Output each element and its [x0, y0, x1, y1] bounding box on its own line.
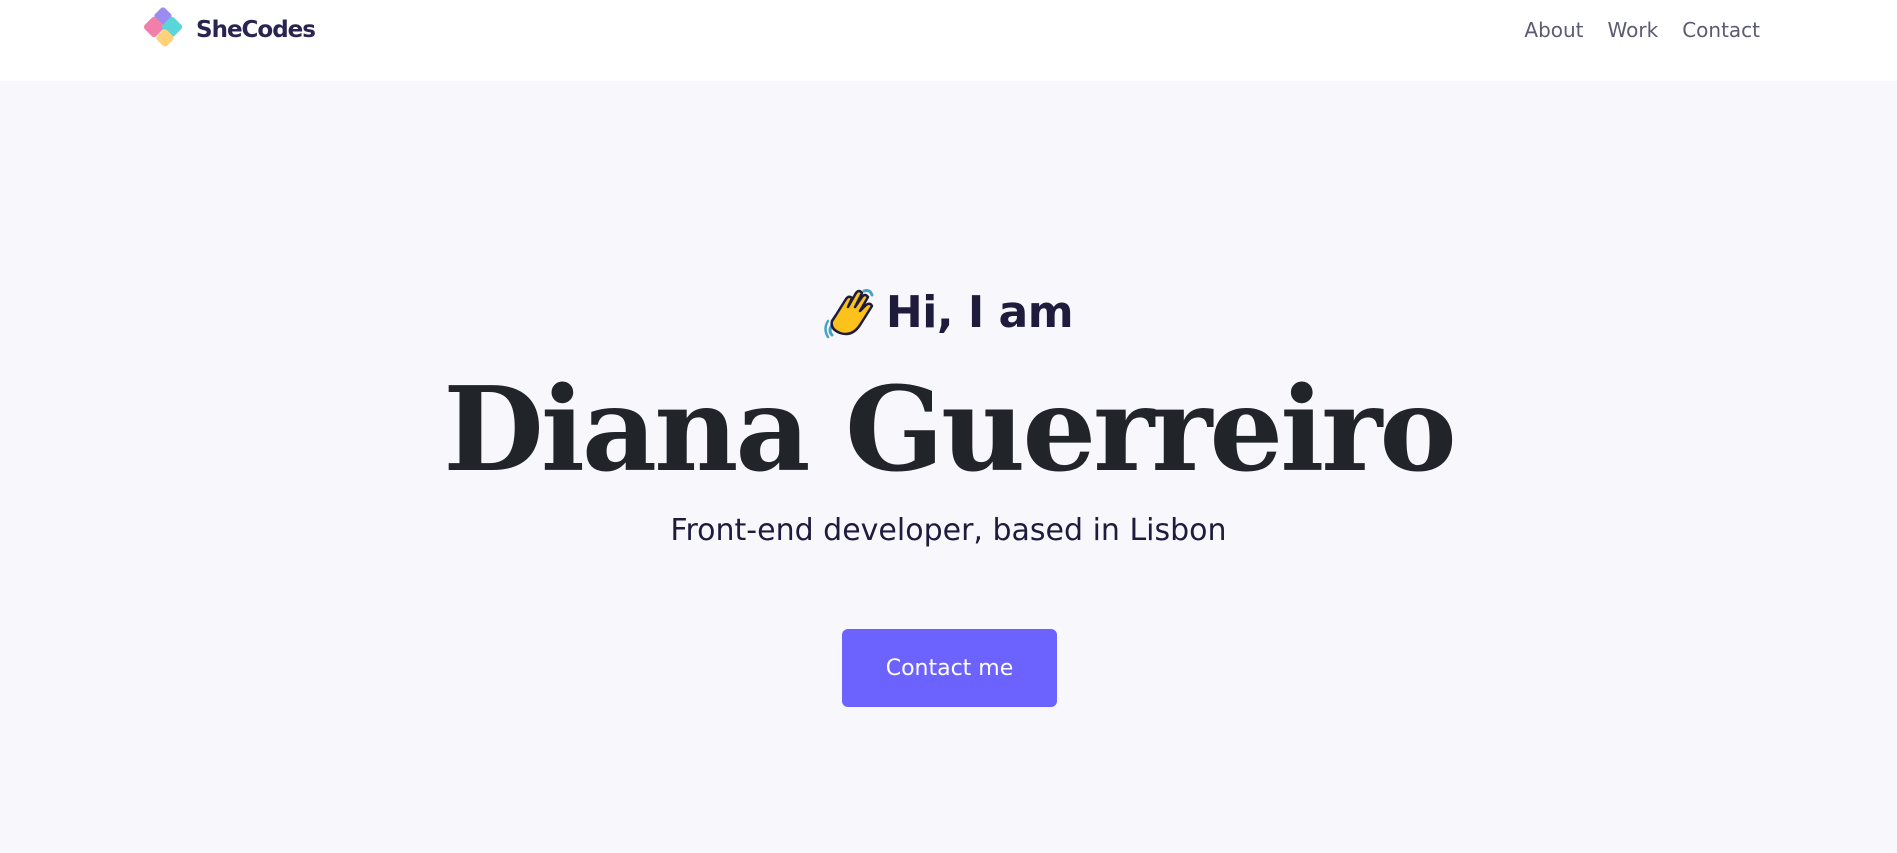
nav-link-contact[interactable]: Contact	[1682, 18, 1760, 42]
hero-tagline: Front-end developer, based in Lisbon	[670, 513, 1227, 548]
nav-link-about[interactable]: About	[1524, 18, 1583, 42]
nav-link-work[interactable]: Work	[1608, 18, 1659, 42]
navbar: SheCodes About Work Contact	[0, 0, 1897, 81]
greeting: Hi, I am	[0, 285, 1897, 339]
waving-hand-icon	[824, 285, 876, 339]
nav-links: About Work Contact	[1500, 18, 1760, 42]
hero-name: Diana Guerreiro	[443, 362, 1457, 498]
hero-section: Hi, I am Diana Guerreiro Front-end devel…	[0, 81, 1897, 853]
contact-me-button[interactable]: Contact me	[842, 629, 1057, 707]
brand-logo-link[interactable]: SheCodes	[142, 5, 316, 55]
greeting-text: Hi, I am	[885, 286, 1074, 338]
shecodes-logo-icon	[142, 5, 198, 55]
brand-name: SheCodes	[196, 17, 316, 43]
